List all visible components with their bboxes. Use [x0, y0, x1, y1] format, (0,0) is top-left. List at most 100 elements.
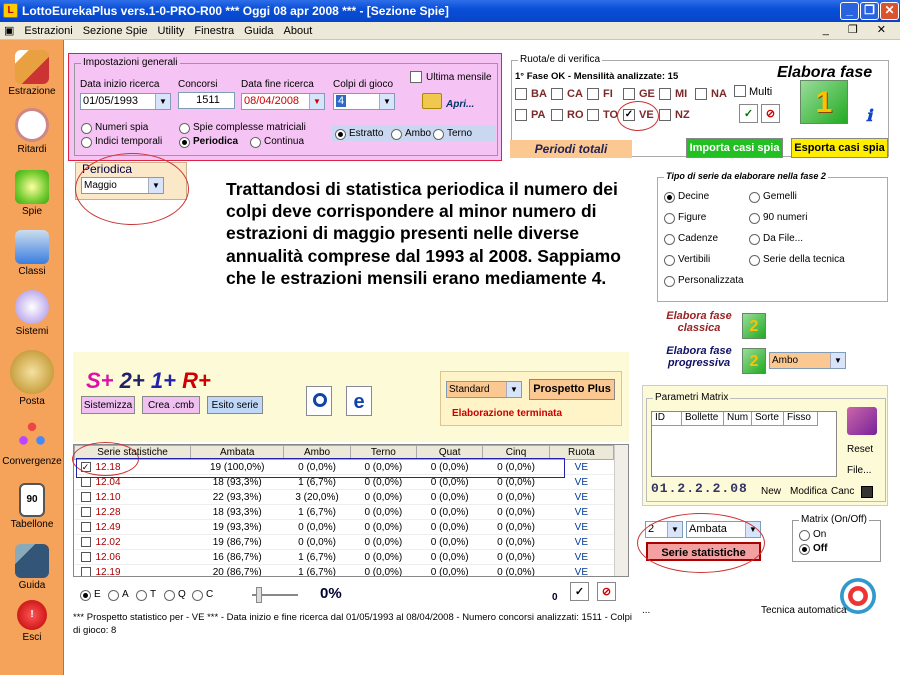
row-checkbox[interactable] [80, 506, 91, 517]
menu-sezione-spie[interactable]: Sezione Spie [78, 22, 153, 40]
radio-periodica[interactable]: Periodica [179, 136, 238, 148]
radio-ambo[interactable]: Ambo [391, 128, 431, 140]
radio-indici-temporali[interactable]: Indici temporali [81, 136, 162, 148]
radio-estratto[interactable]: Estratto [335, 128, 383, 140]
row-checkbox[interactable] [80, 491, 91, 502]
ruota-checkbox-ca[interactable] [551, 88, 563, 100]
sidebar-item-convergenze[interactable]: Convergenze [0, 420, 64, 467]
mdi-controls[interactable]: _ ❐ ✕ [823, 23, 894, 36]
menu-guida[interactable]: Guida [239, 22, 278, 40]
ruota-checkbox-fi[interactable] [587, 88, 599, 100]
row-checkbox[interactable] [80, 536, 91, 547]
ruota-checkbox-to[interactable] [587, 109, 599, 121]
sidebar-item-tabellone[interactable]: 90 Tabellone [0, 483, 64, 530]
internet-explorer-icon[interactable]: e [346, 386, 372, 416]
matrix-modifica-button[interactable]: Modifica [790, 486, 827, 497]
apri-button[interactable]: Apri... [446, 99, 474, 110]
matrix-file-button[interactable]: File... [847, 465, 871, 476]
end-date-select[interactable]: 08/04/2008 ▼ [241, 93, 325, 110]
close-button[interactable]: ✕ [880, 2, 899, 20]
radio-vertibili[interactable]: Vertibili [664, 254, 710, 266]
colpi-select[interactable]: 4 ▼ [333, 93, 395, 110]
row-checkbox[interactable] [80, 521, 91, 532]
radio-gemelli[interactable]: Gemelli [749, 191, 797, 203]
matrix-grid[interactable]: ID Bollette Num Sorte Fisso [651, 411, 837, 477]
ruota-checkbox-mi[interactable] [659, 88, 671, 100]
sidebar-item-ritardi[interactable]: Ritardi [0, 108, 64, 155]
sidebar-item-esci[interactable]: ! Esci [0, 600, 64, 643]
elabora-classica-button[interactable]: 2 [742, 313, 766, 339]
radio-continua[interactable]: Continua [250, 136, 304, 148]
menu-about[interactable]: About [279, 22, 318, 40]
prospetto-plus-button[interactable]: Prospetto Plus [529, 379, 615, 400]
import-casi-spia-button[interactable]: Importa casi spia [686, 138, 783, 158]
sidebar-item-classi[interactable]: Classi [0, 230, 64, 277]
radio-matrix-on[interactable]: On [799, 529, 826, 541]
sidebar-item-sistemi[interactable]: Sistemi [0, 290, 64, 337]
elabora-progressiva-button[interactable]: 2 [742, 348, 766, 374]
concorsi-field[interactable]: 1511 [178, 92, 235, 109]
row-checkbox[interactable] [80, 476, 91, 487]
sidebar-item-spie[interactable]: Spie [0, 170, 64, 217]
menu-estrazioni[interactable]: Estrazioni [19, 22, 77, 40]
export-casi-spia-button[interactable]: Esporta casi spia [791, 138, 888, 158]
matrix-canc-button[interactable]: Canc [831, 486, 854, 497]
document-search-icon[interactable] [306, 386, 332, 416]
table-scrollbar[interactable] [614, 445, 628, 576]
sidebar-item-guida[interactable]: Guida [0, 544, 64, 591]
ultima-mensile-checkbox[interactable] [410, 71, 422, 83]
menu-finestra[interactable]: Finestra [189, 22, 239, 40]
more-dots[interactable]: ... [642, 605, 650, 616]
table-row[interactable]: 12.49 19 (93,3%) 0 (0,0%) 0 (0,0%) 0 (0,0%) 0… [74, 519, 614, 535]
radio-personalizzata[interactable]: Personalizzata [664, 275, 744, 287]
menu-utility[interactable]: Utility [153, 22, 190, 40]
matrix-new-button[interactable]: New [761, 486, 781, 497]
cancel-icon[interactable]: ⊘ [597, 582, 616, 601]
folder-icon[interactable] [422, 93, 442, 109]
filter-radio-a[interactable]: A [108, 589, 129, 601]
cancel-icon[interactable]: ⊘ [761, 104, 780, 123]
start-date-select[interactable]: 01/05/1993 ▼ [80, 93, 171, 110]
filter-radio-e[interactable]: E [80, 589, 101, 601]
esito-serie-button[interactable]: Esito serie [207, 396, 263, 414]
sidebar-item-estrazione[interactable]: Estrazione [0, 50, 64, 97]
save-icon[interactable] [861, 486, 873, 498]
radio-spie-complesse[interactable]: Spie complesse matriciali [179, 122, 306, 134]
table-row[interactable]: 12.06 16 (86,7%) 1 (6,7%) 0 (0,0%) 0 (0,0%) 0… [74, 549, 614, 565]
radio-cadenze[interactable]: Cadenze [664, 233, 718, 245]
table-row[interactable]: 12.10 22 (93,3%) 3 (20,0%) 0 (0,0%) 0 (0,0%)… [74, 489, 614, 505]
elabora-fase-1-button[interactable]: 1 [800, 80, 848, 124]
matrix-reset-button[interactable]: Reset [847, 444, 873, 455]
radio-numeri-spia[interactable]: Numeri spia [81, 122, 148, 134]
filter-radio-t[interactable]: T [136, 589, 156, 601]
radio-serie-tecnica[interactable]: Serie della tecnica [749, 254, 845, 266]
radio-90-numeri[interactable]: 90 numeri [749, 212, 807, 224]
table-row[interactable]: 12.19 20 (86,7%) 1 (6,7%) 0 (0,0%) 0 (0,0%) 0… [74, 564, 614, 576]
sidebar-item-posta[interactable]: Posta [0, 350, 64, 407]
book-reset-icon[interactable] [847, 407, 877, 435]
table-row[interactable]: 12.28 18 (93,3%) 1 (6,7%) 0 (0,0%) 0 (0,0%) 0… [74, 504, 614, 520]
radio-matrix-off[interactable]: Off [799, 543, 827, 555]
ruota-checkbox-ba[interactable] [515, 88, 527, 100]
maximize-button[interactable]: ❐ [860, 2, 879, 20]
multi-checkbox[interactable] [734, 85, 746, 97]
confirm-check-icon[interactable]: ✓ [739, 104, 758, 123]
ruota-checkbox-na[interactable] [695, 88, 707, 100]
row-checkbox[interactable] [80, 551, 91, 562]
sistemizza-button[interactable]: Sistemizza [81, 396, 135, 414]
standard-select[interactable]: Standard ▼ [446, 381, 522, 398]
ruota-checkbox-ro[interactable] [551, 109, 563, 121]
ruota-checkbox-nz[interactable] [659, 109, 671, 121]
row-checkbox[interactable] [80, 566, 91, 576]
crea-cmb-button[interactable]: Crea .cmb [142, 396, 200, 414]
filter-radio-q[interactable]: Q [164, 589, 186, 601]
progressiva-select[interactable]: Ambo ▼ [769, 352, 846, 369]
ruota-checkbox-pa[interactable] [515, 109, 527, 121]
filter-radio-c[interactable]: C [192, 589, 213, 601]
radio-terno[interactable]: Terno [433, 128, 472, 140]
minimize-button[interactable]: _ [840, 2, 859, 20]
confirm-check-icon[interactable]: ✓ [570, 582, 589, 601]
radio-da-file[interactable]: Da File... [749, 233, 803, 245]
ruota-checkbox-ge[interactable] [623, 88, 635, 100]
radio-decine[interactable]: Decine [664, 191, 709, 203]
